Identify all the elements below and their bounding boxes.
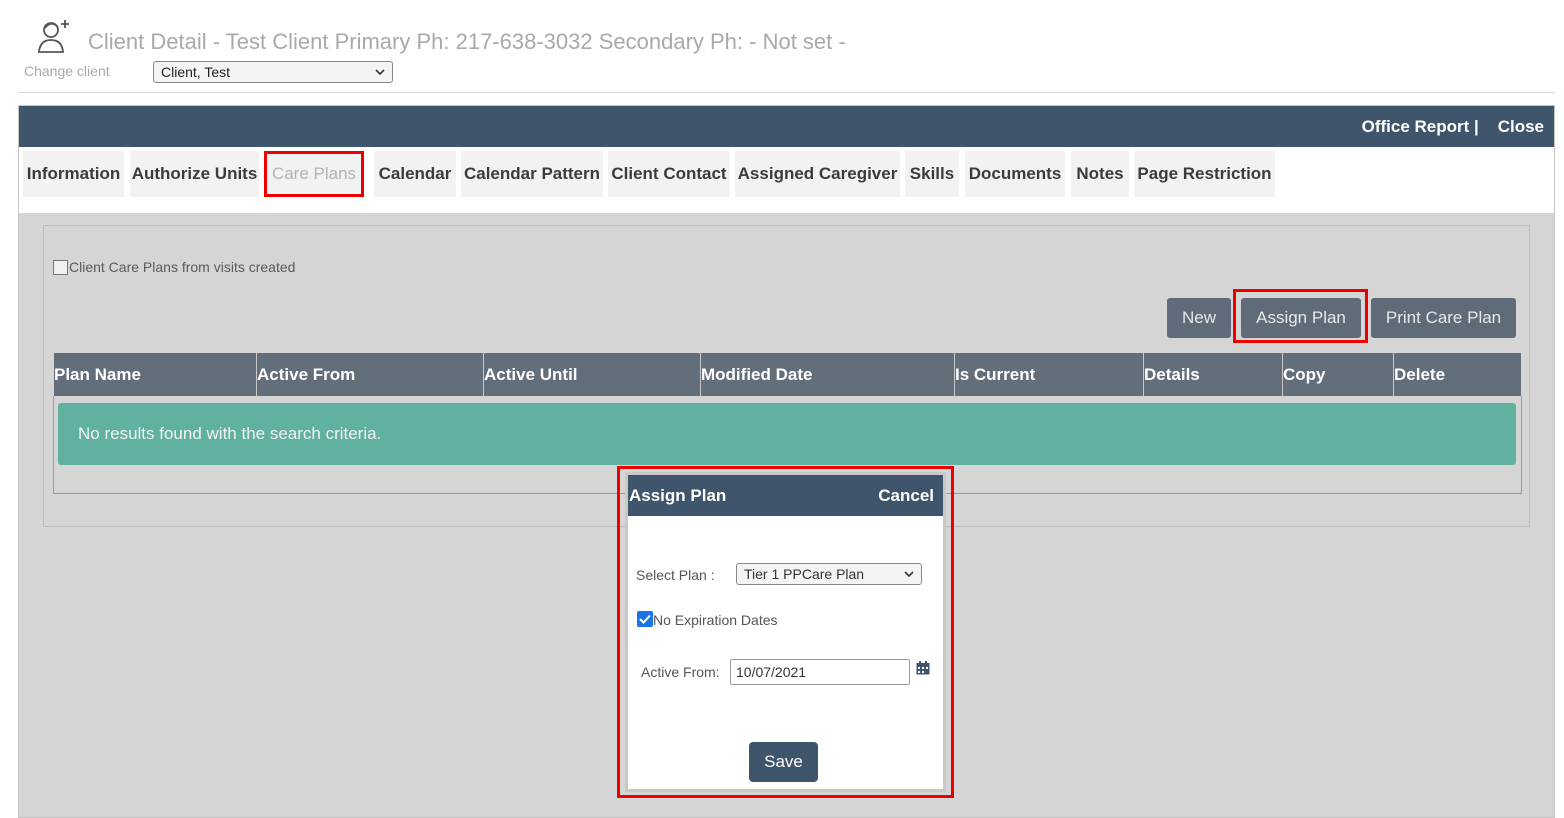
col-modified-date[interactable]: Modified Date [700, 353, 954, 396]
tab-calendar[interactable]: Calendar [374, 151, 456, 197]
active-from-input[interactable]: 10/07/2021 [730, 659, 910, 685]
print-care-plan-button[interactable]: Print Care Plan [1371, 298, 1516, 338]
tab-skills[interactable]: Skills [905, 151, 959, 197]
no-expiration-label: No Expiration Dates [653, 612, 778, 628]
assign-plan-highlight [1233, 289, 1368, 343]
tab-calendar-pattern[interactable]: Calendar Pattern [461, 151, 603, 197]
visits-checkbox-row[interactable]: Client Care Plans from visits created [53, 259, 295, 275]
close-link[interactable]: Close [1498, 117, 1544, 136]
user-add-icon [38, 20, 69, 53]
client-select-value: Client, Test [161, 64, 230, 80]
col-delete: Delete [1393, 353, 1521, 396]
col-plan-name[interactable]: Plan Name [54, 353, 256, 396]
calendar-icon[interactable] [916, 661, 930, 675]
dialog-title: Assign Plan [629, 486, 727, 505]
plan-select-value: Tier 1 PPCare Plan [744, 566, 865, 582]
change-client-label: Change client [24, 63, 110, 79]
grid-header: Plan Name Active From Active Until Modif… [54, 353, 1521, 396]
tab-authorize-units[interactable]: Authorize Units [130, 151, 259, 197]
tab-documents[interactable]: Documents [965, 151, 1065, 197]
client-select[interactable]: Client, Test [153, 61, 393, 83]
tab-page-restriction[interactable]: Page Restriction [1134, 151, 1275, 197]
no-results-banner: No results found with the search criteri… [58, 403, 1516, 465]
chevron-down-icon [904, 571, 914, 578]
tab-notes[interactable]: Notes [1071, 151, 1129, 197]
no-expiration-checkbox[interactable] [637, 611, 653, 627]
tab-information[interactable]: Information [23, 151, 124, 197]
checkmark-icon [639, 614, 651, 624]
col-active-until[interactable]: Active Until [483, 353, 700, 396]
plan-select[interactable]: Tier 1 PPCare Plan [736, 563, 922, 585]
office-report-link[interactable]: Office Report | [1362, 117, 1479, 136]
visits-checkbox-label: Client Care Plans from visits created [69, 259, 296, 275]
top-bar: Office Report | Close [19, 106, 1554, 147]
header-divider [18, 92, 1555, 93]
active-from-label: Active From: [641, 664, 720, 680]
col-copy: Copy [1282, 353, 1393, 396]
col-details: Details [1143, 353, 1282, 396]
select-plan-label: Select Plan : [636, 567, 715, 583]
tab-client-contact[interactable]: Client Contact [608, 151, 730, 197]
assign-plan-dialog: Assign Plan Cancel Select Plan : Tier 1 … [625, 472, 946, 792]
save-button[interactable]: Save [749, 742, 818, 782]
col-is-current[interactable]: Is Current [954, 353, 1143, 396]
tab-assigned-caregiver[interactable]: Assigned Caregiver [735, 151, 900, 197]
chevron-down-icon [375, 69, 385, 76]
visits-checkbox[interactable] [53, 259, 68, 275]
new-button[interactable]: New [1167, 298, 1231, 338]
cancel-button[interactable]: Cancel [878, 486, 934, 506]
tab-bar: Information Authorize Units Care Plans C… [19, 147, 1554, 213]
tab-care-plans[interactable]: Care Plans [264, 151, 364, 197]
dialog-header: Assign Plan Cancel [628, 475, 943, 516]
page-title: Client Detail - Test Client Primary Ph: … [88, 29, 846, 54]
col-active-from[interactable]: Active From [256, 353, 483, 396]
